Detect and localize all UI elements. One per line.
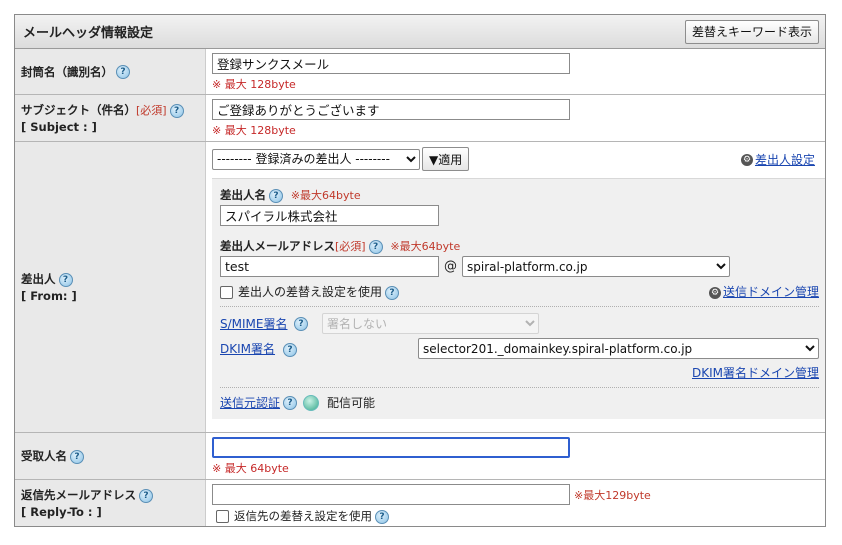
sender-name-input[interactable] bbox=[220, 205, 439, 226]
reply-to-label-cell: 返信先メールアドレス? [ Reply-To : ] bbox=[15, 480, 205, 526]
sender-row: 差出人? [ From: ] -------- 登録済みの差出人 -------… bbox=[15, 142, 825, 433]
sender-label-cell: 差出人? [ From: ] bbox=[15, 142, 205, 432]
sender-sublabel: [ From: ] bbox=[21, 289, 77, 303]
sender-domain-select[interactable]: spiral-platform.co.jp bbox=[462, 256, 730, 277]
subject-row: サブジェクト（件名）[必須]? [ Subject : ] ※ 最大 128by… bbox=[15, 95, 825, 142]
required-badge: [必須] bbox=[335, 240, 366, 253]
help-icon[interactable]: ? bbox=[58, 272, 73, 287]
reply-to-label: 返信先メールアドレス bbox=[21, 488, 136, 502]
subject-sublabel: [ Subject : ] bbox=[21, 120, 97, 134]
help-icon[interactable]: ? bbox=[283, 395, 298, 410]
dkim-select[interactable]: selector201._domainkey.spiral-platform.c… bbox=[418, 338, 819, 359]
divider bbox=[220, 306, 819, 307]
reply-to-value-cell: ※最大129byte 返信先の差替え設定を使用? bbox=[205, 480, 825, 526]
help-icon[interactable]: ? bbox=[116, 65, 130, 79]
apply-button[interactable]: ▼適用 bbox=[422, 147, 470, 171]
sender-replace-checkbox[interactable] bbox=[220, 286, 233, 299]
reply-to-sublabel: [ Reply-To : ] bbox=[21, 505, 102, 519]
help-icon[interactable]: ? bbox=[385, 285, 400, 300]
subject-value-cell: ※ 最大 128byte bbox=[205, 95, 825, 141]
registered-sender-select[interactable]: -------- 登録済みの差出人 -------- bbox=[212, 148, 420, 170]
sender-detail-box: 差出人名? ※最大64byte 差出人メールアドレス[必須]? ※最大64byt… bbox=[212, 178, 825, 419]
sender-value-cell: -------- 登録済みの差出人 -------- ▼適用 ⚙ 差出人設定 差出… bbox=[205, 142, 825, 432]
auth-status-text: 配信可能 bbox=[327, 396, 376, 410]
recipient-label: 受取人名 bbox=[21, 449, 67, 463]
smime-select[interactable]: 署名しない bbox=[322, 313, 539, 334]
sender-settings-link[interactable]: 差出人設定 bbox=[755, 153, 815, 167]
divider bbox=[220, 387, 819, 388]
sender-address-note: ※最大64byte bbox=[390, 240, 461, 253]
help-icon[interactable]: ? bbox=[294, 316, 308, 331]
dkim-link[interactable]: DKIM署名 bbox=[220, 342, 275, 356]
help-icon[interactable]: ? bbox=[169, 103, 184, 118]
sender-name-note: ※最大64byte bbox=[290, 189, 361, 202]
envelope-name-value-cell: ※ 最大 128byte bbox=[205, 49, 825, 94]
help-icon[interactable]: ? bbox=[269, 188, 283, 203]
reply-to-replace-label: 返信先の差替え設定を使用 bbox=[234, 509, 372, 523]
sender-address-local-input[interactable] bbox=[220, 256, 439, 277]
sender-label: 差出人 bbox=[21, 272, 56, 286]
reply-to-row: 返信先メールアドレス? [ Reply-To : ] ※最大129byte 返信… bbox=[15, 480, 825, 526]
subject-label: サブジェクト（件名） bbox=[21, 103, 136, 117]
help-icon[interactable]: ? bbox=[368, 239, 383, 254]
sender-name-label: 差出人名 bbox=[220, 188, 266, 202]
subject-input[interactable] bbox=[212, 99, 570, 120]
envelope-name-label: 封筒名（識別名） bbox=[21, 64, 113, 79]
envelope-name-row: 封筒名（識別名）? ※ 最大 128byte bbox=[15, 49, 825, 95]
recipient-label-cell: 受取人名? bbox=[15, 433, 205, 479]
smime-link[interactable]: S/MIME署名 bbox=[220, 315, 290, 332]
envelope-name-note: ※ 最大 128byte bbox=[212, 78, 296, 91]
recipient-note: ※ 最大 64byte bbox=[212, 462, 289, 475]
sender-auth-link[interactable]: 送信元認証 bbox=[220, 394, 280, 411]
required-badge: [必須] bbox=[136, 104, 167, 117]
reply-to-replace-checkbox[interactable] bbox=[216, 510, 229, 523]
subject-note: ※ 最大 128byte bbox=[212, 124, 296, 137]
panel-header: メールヘッダ情報設定 差替えキーワード表示 bbox=[15, 15, 825, 49]
gear-icon: ⚙ bbox=[740, 154, 753, 166]
dkim-domain-mgmt-link[interactable]: DKIM署名ドメイン管理 bbox=[692, 366, 819, 380]
help-icon[interactable]: ? bbox=[375, 509, 389, 524]
recipient-name-input[interactable] bbox=[212, 437, 570, 458]
help-icon[interactable]: ? bbox=[139, 488, 153, 503]
sender-address-label: 差出人メールアドレス bbox=[220, 239, 335, 253]
domain-mgmt-link[interactable]: 送信ドメイン管理 bbox=[723, 285, 819, 299]
status-indicator-icon bbox=[303, 394, 320, 411]
recipient-row: 受取人名? ※ 最大 64byte bbox=[15, 433, 825, 480]
envelope-name-input[interactable] bbox=[212, 53, 570, 74]
help-icon[interactable]: ? bbox=[283, 342, 298, 357]
panel-title: メールヘッダ情報設定 bbox=[23, 26, 154, 41]
sender-replace-label: 差出人の差替え設定を使用 bbox=[238, 285, 383, 299]
subject-label-cell: サブジェクト（件名）[必須]? [ Subject : ] bbox=[15, 95, 205, 141]
reply-to-note: ※最大129byte bbox=[574, 488, 651, 502]
recipient-value-cell: ※ 最大 64byte bbox=[205, 433, 825, 479]
at-sign: @ bbox=[444, 259, 457, 274]
show-keyword-button[interactable]: 差替えキーワード表示 bbox=[684, 19, 819, 44]
gear-icon: ⚙ bbox=[708, 286, 721, 299]
mail-header-settings-panel: メールヘッダ情報設定 差替えキーワード表示 封筒名（識別名）? ※ 最大 128… bbox=[14, 14, 826, 527]
envelope-name-label-cell: 封筒名（識別名）? bbox=[15, 49, 205, 94]
help-icon[interactable]: ? bbox=[70, 449, 84, 464]
reply-to-input[interactable] bbox=[212, 484, 570, 505]
